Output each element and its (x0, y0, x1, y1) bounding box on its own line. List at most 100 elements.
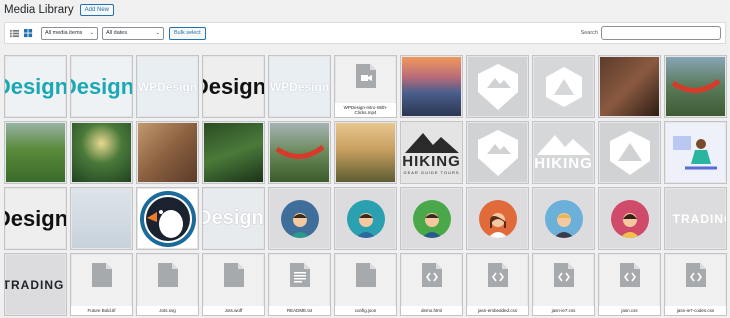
search-input[interactable] (601, 26, 721, 40)
yoga-illustration-icon (672, 135, 717, 169)
wpdesign-logo-text: WPDesign (269, 79, 330, 94)
media-item-photo-hammock[interactable] (665, 56, 726, 117)
mountain-peaks-icon (404, 132, 459, 153)
media-item-css-file-3[interactable]: jasn.css (599, 254, 660, 315)
wpdesign-logo-text: WPDesign (137, 79, 198, 94)
file-caption: demo.html (401, 305, 462, 315)
file-caption: Jots.svg (137, 305, 198, 315)
media-item-avatar-man[interactable] (401, 188, 462, 249)
file-icon (91, 263, 112, 292)
chevron-down-icon: ⌄ (155, 30, 160, 36)
media-item-photo-coffee-desk[interactable] (137, 122, 198, 183)
media-item-woff-file[interactable]: Jots.woff (203, 254, 264, 315)
media-item-wpdesign-logo-light[interactable]: WPDesign (137, 56, 198, 117)
media-item-css-file-2[interactable]: jasn-ie7.css (533, 254, 594, 315)
media-item-photo-hills[interactable] (5, 122, 66, 183)
file-caption: jasn.css (599, 305, 660, 315)
file-caption: Future Bold.tif (71, 305, 132, 315)
media-item-photo-hammock-2[interactable] (269, 122, 330, 183)
media-item-wpdesign-logo[interactable]: Design (71, 56, 132, 117)
avatar (610, 199, 649, 238)
date-filter[interactable]: All dates ⌄ (102, 26, 164, 40)
hiking-logo-text: HIKING (402, 152, 461, 170)
file-caption: README.txt (269, 305, 330, 315)
grid-view-icon[interactable] (23, 28, 34, 39)
file-icon (355, 263, 376, 292)
avatar (280, 199, 319, 238)
code-file-icon (553, 263, 574, 292)
camp-badge-icon (545, 66, 582, 107)
media-item-svg-file[interactable]: Jots.svg (137, 254, 198, 315)
code-file-icon (421, 263, 442, 292)
file-icon (223, 263, 244, 292)
media-item-avatar-boy-2[interactable] (335, 188, 396, 249)
media-item-css-file[interactable]: jasn-embedded.css (467, 254, 528, 315)
media-item-json-file[interactable]: config.json (335, 254, 396, 315)
media-item-css-file-4[interactable]: jasn-ie7-codes.css (665, 254, 726, 315)
media-item-puffin-logo[interactable] (137, 188, 198, 249)
media-type-filter-value: All media items (45, 30, 83, 36)
wpdesign-logo-text: Design (203, 73, 264, 99)
media-item-wpdesign-logo[interactable]: Design (5, 56, 66, 117)
media-item-hiking-logo-light[interactable]: HIKING (533, 122, 594, 183)
wpdesign-logo-text: Design (203, 207, 264, 229)
file-caption: jasn-ie7.css (533, 305, 594, 315)
media-item-photo-sunset[interactable] (401, 56, 462, 117)
file-icon (157, 263, 178, 292)
media-item-trading-logo-dark[interactable]: TRADING (5, 254, 66, 315)
media-item-trading-logo[interactable]: TRADING (665, 188, 726, 249)
media-item-avatar-blond[interactable] (533, 188, 594, 249)
file-caption: Jots.woff (203, 305, 264, 315)
chevron-down-icon: ⌄ (89, 30, 94, 36)
page-title: Media Library (4, 4, 74, 16)
media-item-wpdesign-logo-dark[interactable]: Design (203, 56, 264, 117)
media-item-photo-snow[interactable] (71, 188, 132, 249)
wpdesign-logo-text: Design (5, 73, 66, 99)
avatar (412, 199, 451, 238)
media-item-hiking-logo[interactable]: HIKING GEAR GUIDE TOURS (401, 122, 462, 183)
media-item-avatar-boy[interactable] (269, 188, 330, 249)
media-item-photo-sign[interactable] (599, 56, 660, 117)
date-filter-value: All dates (106, 30, 128, 36)
bulk-select-button[interactable]: Bulk select (169, 26, 206, 40)
mountain-badge-icon (477, 63, 518, 110)
file-caption: WPDesign-Intro-With-Clicks.mp4 (335, 102, 396, 117)
header: Media Library Add New (4, 2, 115, 18)
media-item-font-file[interactable]: Future Bold.tif (71, 254, 132, 315)
media-item-photo-forest-light[interactable] (71, 122, 132, 183)
media-item-text-file[interactable]: README.txt (269, 254, 330, 315)
media-item-illustration-yoga[interactable] (665, 122, 726, 183)
media-item-wpdesign-logo-dark[interactable]: Design (5, 188, 66, 249)
media-item-avatar-woman[interactable] (467, 188, 528, 249)
add-new-button[interactable]: Add New (79, 4, 115, 16)
avatar (544, 199, 583, 238)
media-item-html-file[interactable]: demo.html (401, 254, 462, 315)
mountain-badge-icon (477, 129, 518, 176)
hiking-logo-text: HIKING (534, 155, 593, 172)
code-file-icon (487, 263, 508, 292)
wpdesign-logo-text: Design (5, 205, 66, 231)
search-label: Search (580, 30, 598, 36)
media-item-photo-forest-road[interactable] (203, 122, 264, 183)
file-caption: config.json (335, 305, 396, 315)
trading-logo-text: TRADING (672, 211, 726, 226)
file-caption: jasn-embedded.css (467, 305, 528, 315)
guide-logo-text: GEAR GUIDE TOURS (403, 169, 460, 175)
video-file-icon (355, 64, 376, 93)
hammock-icon (275, 144, 325, 159)
media-item-photo-hikers[interactable] (335, 122, 396, 183)
list-view-icon[interactable] (9, 28, 20, 39)
avatar (346, 199, 385, 238)
media-item-video-file[interactable]: WPDesign-Intro-With-Clicks.mp4 (335, 56, 396, 117)
media-item-mountain-logo[interactable] (467, 56, 528, 117)
wpdesign-logo-text: Design (71, 73, 132, 99)
camp-badge-icon (609, 130, 650, 175)
media-type-filter[interactable]: All media items ⌄ (41, 26, 98, 40)
media-item-avatar-woman-2[interactable] (599, 188, 660, 249)
file-caption: jasn-ie7-codes.css (665, 305, 726, 315)
media-item-camp-logo-2[interactable] (599, 122, 660, 183)
media-item-wpdesign-logo-light[interactable]: WPDesign (269, 56, 330, 117)
media-item-mountain-logo[interactable] (467, 122, 528, 183)
media-item-camp-logo[interactable] (533, 56, 594, 117)
media-item-wpdesign-logo-light[interactable]: Design (203, 188, 264, 249)
